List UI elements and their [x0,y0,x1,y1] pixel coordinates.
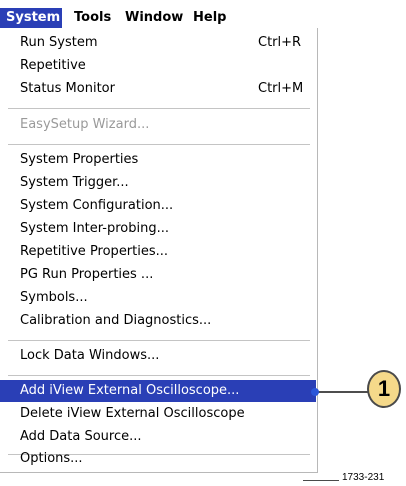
menu-separator [8,108,310,109]
menu-item-label: Repetitive Properties... [20,244,169,259]
menu-window[interactable]: Window [119,8,189,28]
menu-bar: System Tools Window Help [0,8,320,28]
menu-separator [8,340,310,341]
menu-item-label: Repetitive [20,58,86,73]
menu-item-label: Add Data Source... [20,429,142,444]
system-menu-dropdown: Run System Ctrl+R Repetitive Status Moni… [0,28,318,473]
menu-item-calibration-diagnostics[interactable]: Calibration and Diagnostics... [0,310,316,332]
menu-item-label: Status Monitor [20,81,115,96]
menu-item-system-trigger[interactable]: System Trigger... [0,172,316,194]
menu-item-run-system[interactable]: Run System Ctrl+R [0,32,316,54]
menu-item-label: Calibration and Diagnostics... [20,313,212,328]
menu-item-label: Lock Data Windows... [20,348,160,363]
menu-separator [8,144,310,145]
menu-item-label: Run System [20,35,98,50]
menu-help[interactable]: Help [187,8,232,28]
menu-item-system-inter-probing[interactable]: System Inter-probing... [0,218,316,240]
menu-item-easysetup-wizard: EasySetup Wizard... [0,114,316,136]
menu-item-system-properties[interactable]: System Properties [0,149,316,171]
menu-item-status-monitor[interactable]: Status Monitor Ctrl+M [0,78,316,100]
menu-item-pg-run-properties[interactable]: PG Run Properties ... [0,264,316,286]
menu-tools[interactable]: Tools [68,8,117,28]
menu-system[interactable]: System [0,8,62,28]
menu-item-repetitive[interactable]: Repetitive [0,55,316,77]
menu-item-label: Delete iView External Oscilloscope [20,406,245,421]
menu-item-label: EasySetup Wizard... [20,117,150,132]
menu-item-shortcut: Ctrl+R [258,35,302,50]
menu-item-delete-iview-oscilloscope[interactable]: Delete iView External Oscilloscope [0,403,316,425]
menu-item-add-data-source[interactable]: Add Data Source... [0,426,316,448]
menu-item-lock-data-windows[interactable]: Lock Data Windows... [0,345,316,367]
menu-item-shortcut: Ctrl+M [258,81,304,96]
menu-separator [8,375,310,376]
callout-number-badge: 1 [367,370,401,408]
menu-item-system-configuration[interactable]: System Configuration... [0,195,316,217]
menu-item-add-iview-oscilloscope[interactable]: Add iView External Oscilloscope... [0,380,316,402]
menu-item-label: System Properties [20,152,139,167]
figure-reference: 1733-231 [342,472,385,483]
callout-pointer-dot [311,388,319,396]
menu-item-label: Options... [20,451,83,466]
menu-item-repetitive-properties[interactable]: Repetitive Properties... [0,241,316,263]
menu-item-options[interactable]: Options... [0,448,316,470]
menu-item-symbols[interactable]: Symbols... [0,287,316,309]
menu-item-label: PG Run Properties ... [20,267,154,282]
menu-item-label: Add iView External Oscilloscope... [20,383,240,398]
figure-ref-line [303,480,339,481]
menu-item-label: System Trigger... [20,175,129,190]
menu-item-label: System Configuration... [20,198,174,213]
menu-item-label: Symbols... [20,290,88,305]
menu-item-label: System Inter-probing... [20,221,169,236]
